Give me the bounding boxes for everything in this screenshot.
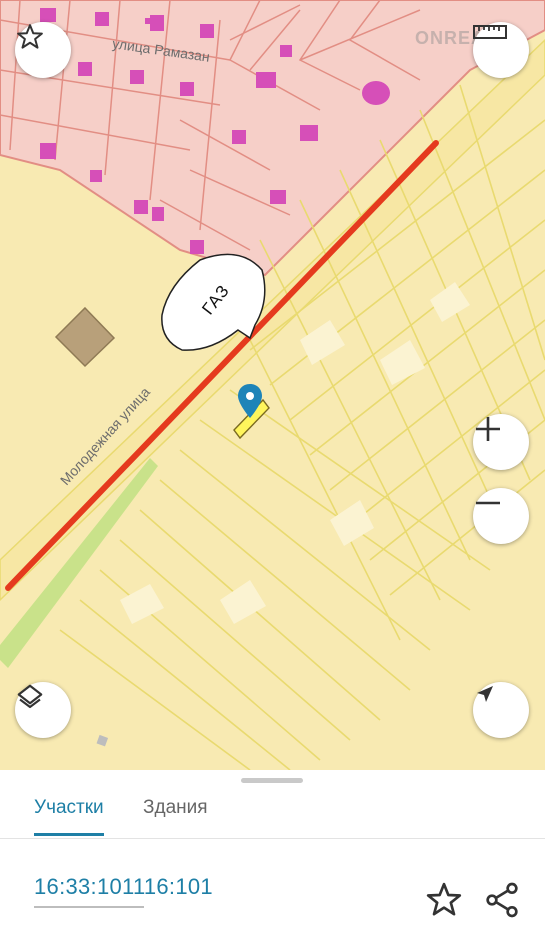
star-outline-icon bbox=[426, 882, 462, 916]
tab-buildings[interactable]: Здания bbox=[143, 794, 208, 834]
zoom-out-button[interactable] bbox=[473, 488, 529, 544]
ruler-icon bbox=[473, 25, 507, 39]
favorite-button[interactable] bbox=[15, 22, 71, 78]
map-canvas[interactable] bbox=[0, 0, 545, 770]
share-icon bbox=[486, 882, 518, 918]
minus-icon bbox=[476, 501, 500, 505]
layers-icon bbox=[17, 684, 43, 709]
panel-tabs: Участки Здания bbox=[0, 790, 545, 839]
favorite-parcel-button[interactable] bbox=[424, 880, 464, 920]
locate-button[interactable] bbox=[473, 682, 529, 738]
ruler-button[interactable] bbox=[473, 22, 529, 78]
zoom-in-button[interactable] bbox=[473, 414, 529, 470]
parcel-object bbox=[54, 306, 116, 368]
star-icon bbox=[17, 24, 43, 49]
truncated-subtitle bbox=[34, 904, 154, 912]
small-marker bbox=[96, 734, 109, 747]
layers-button[interactable] bbox=[15, 682, 71, 738]
navigation-arrow-icon bbox=[477, 686, 493, 702]
info-panel: Участки Здания 16:33:101116:101 bbox=[0, 770, 545, 918]
plus-icon bbox=[476, 417, 500, 441]
tab-parcels[interactable]: Участки bbox=[34, 794, 104, 836]
cadastral-number[interactable]: 16:33:101116:101 bbox=[34, 874, 213, 900]
share-button[interactable] bbox=[482, 880, 522, 920]
map-view[interactable]: ONREAL ГАЗ Молодежная улица улица Рамаза… bbox=[0, 0, 545, 770]
drag-handle[interactable] bbox=[241, 778, 303, 783]
